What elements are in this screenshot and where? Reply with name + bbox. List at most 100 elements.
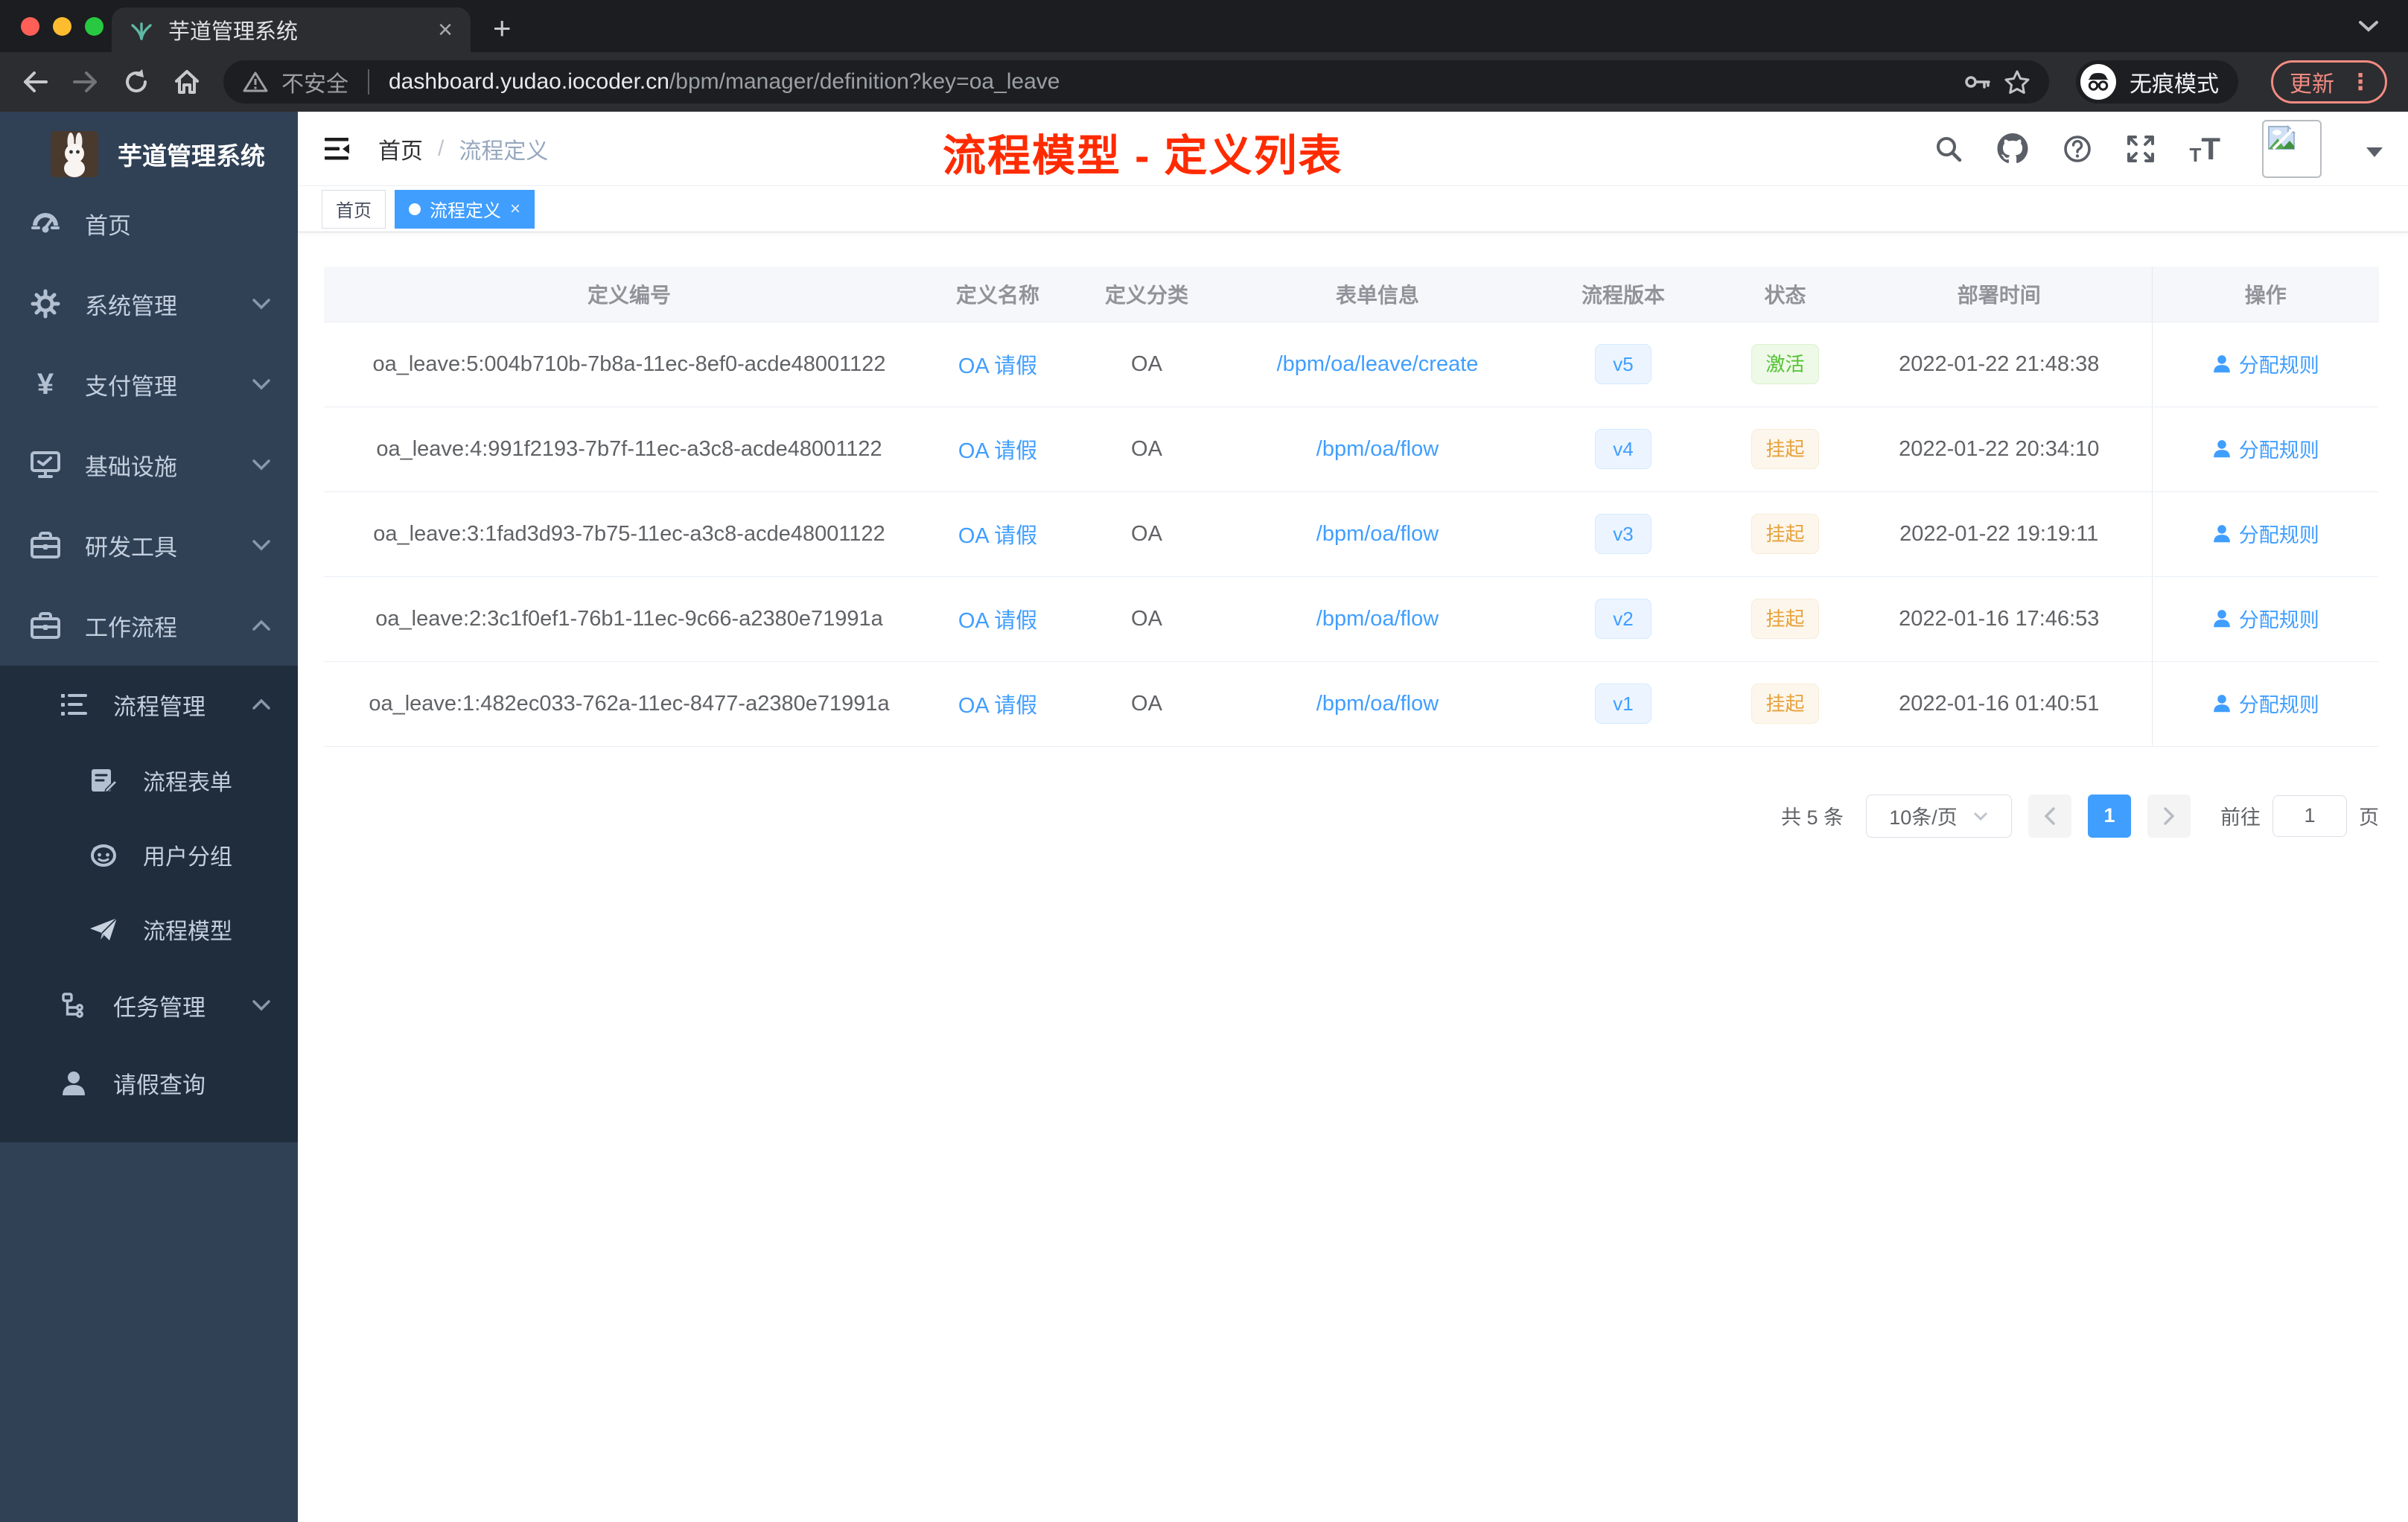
sidebar-item-infrastructure[interactable]: 基础设施	[0, 424, 298, 505]
window-zoom-button[interactable]	[85, 17, 103, 36]
page-number-current[interactable]: 1	[2088, 794, 2131, 838]
breadcrumb-current: 流程定义	[459, 138, 549, 164]
sidebar-item-home[interactable]: 首页	[0, 183, 298, 264]
col-definition-category: 定义分类	[1061, 267, 1232, 322]
user-icon	[2213, 525, 2230, 543]
form-link[interactable]: /bpm/oa/flow	[1316, 607, 1439, 631]
cell-definition-id: oa_leave:5:004b710b-7b8a-11ec-8ef0-acde4…	[324, 322, 934, 407]
broken-image-icon	[2268, 124, 2296, 150]
sidebar-item-label: 流程模型	[143, 920, 232, 944]
address-bar[interactable]: 不安全 dashboard.yudao.iocoder.cn/bpm/manag…	[223, 60, 2049, 104]
app-brand: 芋道管理系统	[118, 142, 265, 170]
toolbox-icon	[28, 531, 63, 559]
help-icon[interactable]	[2063, 134, 2092, 164]
incognito-label: 无痕模式	[2130, 72, 2219, 97]
update-label[interactable]: 更新	[2290, 66, 2334, 98]
home-icon[interactable]	[173, 69, 201, 95]
tab-close-icon[interactable]: ×	[438, 17, 453, 42]
user-avatar[interactable]	[2262, 119, 2322, 178]
forward-icon[interactable]	[71, 69, 100, 95]
sidebar-item-process-form[interactable]: 流程表单	[0, 743, 298, 818]
sidebar-item-process-management[interactable]: 流程管理	[0, 666, 298, 743]
table-header-row: 定义编号 定义名称 定义分类 表单信息 流程版本 状态 部署时间 操作	[324, 267, 2379, 322]
breadcrumb-home[interactable]: 首页	[378, 133, 423, 165]
fullscreen-icon[interactable]	[2127, 135, 2155, 163]
col-process-version: 流程版本	[1523, 267, 1724, 322]
search-icon[interactable]	[1934, 135, 1963, 163]
cell-definition-id: oa_leave:3:1fad3d93-7b75-11ec-a3c8-acde4…	[324, 491, 934, 577]
col-deploy-time: 部署时间	[1847, 267, 2152, 322]
active-dot	[409, 203, 421, 215]
browser-menu-icon[interactable]: ⋮	[2349, 69, 2372, 95]
tag-home[interactable]: 首页	[322, 189, 386, 229]
incognito-icon	[2080, 64, 2116, 100]
definition-name-link[interactable]: OA 请假	[958, 439, 1037, 463]
tree-icon	[57, 992, 91, 1019]
security-label[interactable]: 不安全	[281, 66, 348, 98]
font-size-icon[interactable]: TT	[2189, 133, 2220, 165]
tag-close-icon[interactable]: ×	[510, 199, 520, 220]
form-link[interactable]: /bpm/oa/flow	[1316, 522, 1439, 546]
avatar-caret-icon[interactable]	[2366, 147, 2383, 157]
sidebar-item-label: 请假查询	[113, 1072, 206, 1098]
user-icon	[2213, 610, 2230, 628]
reload-icon[interactable]	[122, 68, 150, 96]
sidebar-item-task-management[interactable]: 任务管理	[0, 967, 298, 1044]
page-size-select[interactable]: 10条/页	[1866, 794, 2012, 838]
form-link[interactable]: /bpm/oa/flow	[1316, 437, 1439, 461]
assign-rule-button[interactable]: 分配规则	[2212, 519, 2319, 548]
sidebar-item-leave-query[interactable]: 请假查询	[0, 1044, 298, 1121]
status-badge: 挂起	[1751, 514, 1819, 554]
assign-rule-button[interactable]: 分配规则	[2212, 434, 2319, 463]
col-definition-id: 定义编号	[324, 267, 934, 322]
sidebar-item-user-group[interactable]: 用户分组	[0, 818, 298, 892]
back-icon[interactable]	[21, 69, 49, 95]
tab-search-chevron-icon[interactable]	[2357, 19, 2380, 33]
definition-name-link[interactable]: OA 请假	[958, 354, 1037, 378]
prev-page-button[interactable]	[2028, 794, 2071, 838]
chevron-down-icon	[252, 999, 271, 1011]
breadcrumb-separator: /	[438, 136, 445, 161]
chevron-left-icon	[2044, 806, 2055, 825]
window-close-button[interactable]	[21, 17, 39, 36]
assign-rule-button[interactable]: 分配规则	[2212, 689, 2319, 718]
workflow-submenu: 流程管理 流程表单 用户分组 流程模型 任务管理 请假查询	[0, 666, 298, 1142]
sidebar-item-devtools[interactable]: 研发工具	[0, 505, 298, 585]
goto-label: 前往	[2220, 806, 2261, 829]
next-page-button[interactable]	[2147, 794, 2191, 838]
sidebar-item-workflow[interactable]: 工作流程	[0, 585, 298, 666]
form-link[interactable]: /bpm/oa/leave/create	[1277, 352, 1479, 376]
page-url[interactable]: dashboard.yudao.iocoder.cn/bpm/manager/d…	[389, 69, 1060, 95]
url-domain: dashboard.yudao.iocoder.cn	[389, 69, 669, 94]
bookmark-star-icon[interactable]	[2004, 70, 2030, 94]
form-link[interactable]: /bpm/oa/flow	[1316, 692, 1439, 716]
definition-name-link[interactable]: OA 请假	[958, 609, 1037, 633]
goto-page-input[interactable]	[2272, 795, 2347, 837]
cell-category: OA	[1061, 576, 1232, 662]
col-form-info: 表单信息	[1232, 267, 1523, 322]
definition-name-link[interactable]: OA 请假	[958, 694, 1037, 718]
github-icon[interactable]	[1997, 133, 2028, 164]
password-key-icon[interactable]	[1964, 74, 1991, 90]
definition-name-link[interactable]: OA 请假	[958, 524, 1037, 548]
sidebar-item-payment[interactable]: ¥ 支付管理	[0, 344, 298, 424]
sidebar-collapse-icon[interactable]	[323, 136, 353, 162]
status-badge: 激活	[1751, 344, 1819, 384]
assign-rule-button[interactable]: 分配规则	[2212, 349, 2319, 378]
window-minimize-button[interactable]	[53, 17, 71, 36]
pagination: 共 5 条 10条/页 1 前往 页	[324, 794, 2379, 838]
insecure-warning-icon[interactable]	[243, 71, 268, 93]
status-badge: 挂起	[1751, 684, 1819, 724]
new-tab-button[interactable]: +	[493, 10, 512, 46]
cell-category: OA	[1061, 491, 1232, 577]
assign-rule-button[interactable]: 分配规则	[2212, 604, 2319, 633]
sidebar-item-system[interactable]: 系统管理	[0, 264, 298, 344]
sidebar-item-label: 支付管理	[85, 373, 177, 400]
browser-tab[interactable]: 芋道管理系统 ×	[112, 7, 471, 52]
page-content: 定义编号 定义名称 定义分类 表单信息 流程版本 状态 部署时间 操作 oa_l…	[298, 232, 2408, 838]
sidebar-item-process-model[interactable]: 流程模型	[0, 892, 298, 967]
version-badge: v1	[1595, 684, 1651, 724]
navbar-actions: TT	[1934, 119, 2383, 178]
update-browser-button[interactable]: 更新 ⋮	[2271, 60, 2387, 104]
tag-process-definition[interactable]: 流程定义 ×	[395, 189, 535, 229]
